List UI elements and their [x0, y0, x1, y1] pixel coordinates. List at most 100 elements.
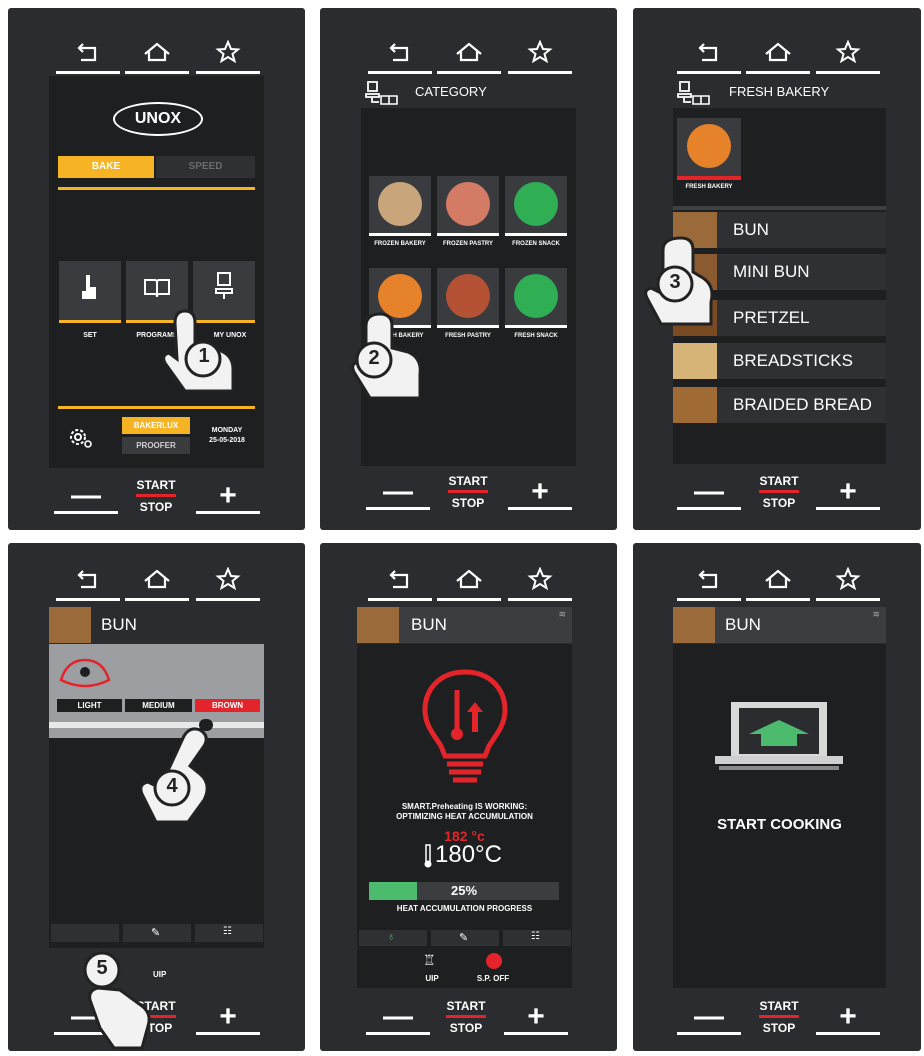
- fresh-bakery-title: FRESH BAKERY: [729, 84, 830, 99]
- tab-bake[interactable]: BAKE: [58, 156, 154, 178]
- recipe-title: BUN: [101, 615, 137, 634]
- bun-thumbnail: [673, 607, 715, 643]
- favorites-button[interactable]: [508, 36, 572, 74]
- favorites-button[interactable]: [508, 563, 572, 601]
- panel-preheating: BUN ≋ SMART.Preheating IS WORKING: OPTIM…: [320, 543, 617, 1051]
- hand-pointer-step-3: 3: [637, 232, 717, 332]
- bottom-controls: — START STOP +: [320, 474, 617, 520]
- home-icon: [456, 569, 482, 589]
- favorites-button[interactable]: [816, 36, 880, 74]
- sp-off-button[interactable]: S.P. OFF: [473, 952, 513, 986]
- minus-button[interactable]: —: [366, 474, 430, 520]
- tile-frozen-snack-label: FROZEN SNACK: [512, 241, 560, 247]
- home-screen: UNOX BAKE SPEED SET PROGRAMS MY UNOX BAK…: [49, 76, 264, 468]
- home-button[interactable]: [125, 36, 189, 74]
- star-icon: [835, 567, 861, 591]
- list-item-breadsticks[interactable]: BREADSTICKS: [673, 343, 886, 379]
- back-icon: [698, 570, 718, 589]
- option-brown[interactable]: BROWN: [195, 699, 260, 712]
- option-light[interactable]: LIGHT: [57, 699, 122, 712]
- tile-fresh-pastry[interactable]: [437, 268, 499, 328]
- phase-tab-2[interactable]: ✎: [431, 930, 499, 946]
- home-button[interactable]: [746, 563, 810, 601]
- minus-button[interactable]: —: [366, 999, 430, 1045]
- uip-button[interactable]: ♖ UIP: [417, 952, 447, 986]
- selected-category-label: FRESH BAKERY: [685, 184, 733, 190]
- star-icon: [215, 567, 241, 591]
- plus-button[interactable]: +: [816, 474, 880, 520]
- panel-home: UNOX BAKE SPEED SET PROGRAMS MY UNOX BAK…: [8, 8, 305, 530]
- preheat-screen: SMART.Preheating IS WORKING: OPTIMIZING …: [357, 644, 572, 988]
- uip-label: UIP: [425, 974, 439, 983]
- proofer-button[interactable]: PROOFER: [122, 437, 190, 454]
- back-button[interactable]: [677, 36, 741, 74]
- tile-frozen-bakery[interactable]: [369, 176, 431, 236]
- favorites-button[interactable]: [196, 36, 260, 74]
- start-stop-button[interactable]: START STOP: [438, 474, 498, 520]
- plus-button[interactable]: +: [196, 999, 260, 1045]
- plus-button[interactable]: +: [816, 999, 880, 1045]
- plus-button[interactable]: +: [196, 478, 260, 524]
- top-nav: [320, 563, 617, 603]
- set-tile[interactable]: [59, 261, 121, 323]
- chef-icon: [215, 272, 233, 299]
- hand-pointer-step-4: 4: [130, 722, 220, 832]
- home-button[interactable]: [437, 36, 501, 74]
- back-button[interactable]: [56, 563, 120, 601]
- preheating-bulb-icon: [422, 669, 508, 783]
- step-2-number: 2: [368, 347, 380, 369]
- chef-book-icon: [677, 81, 710, 105]
- unox-logo: UNOX: [113, 102, 203, 136]
- phase-tab-3[interactable]: ☷: [503, 930, 571, 946]
- plus-button[interactable]: +: [504, 999, 568, 1045]
- back-button[interactable]: [56, 36, 120, 74]
- day-label: MONDAY: [211, 427, 243, 434]
- tile-frozen-snack[interactable]: [505, 176, 567, 236]
- option-medium[interactable]: MEDIUM: [125, 699, 192, 712]
- back-button[interactable]: [368, 563, 432, 601]
- tab-speed[interactable]: SPEED: [156, 156, 255, 178]
- minus-button[interactable]: —: [677, 474, 741, 520]
- preheat-message-1: SMART.Preheating IS WORKING:: [401, 802, 528, 811]
- minus-button[interactable]: —: [54, 478, 118, 524]
- hand-pointer-step-2: 2: [340, 308, 430, 408]
- recipe-header: BUN: [49, 607, 264, 643]
- phase-tab-1[interactable]: ♁: [359, 930, 427, 946]
- home-button[interactable]: [437, 563, 501, 601]
- start-stop-button[interactable]: START STOP: [436, 999, 496, 1045]
- bakerlux-button[interactable]: BAKERLUX: [122, 417, 190, 434]
- start-stop-button[interactable]: START STOP: [749, 474, 809, 520]
- start-cooking-screen: START COOKING: [673, 644, 886, 988]
- favorites-button[interactable]: [196, 563, 260, 601]
- tile-fresh-snack-label: FRESH SNACK: [514, 333, 558, 339]
- back-button[interactable]: [677, 563, 741, 601]
- minus-button[interactable]: —: [677, 999, 741, 1045]
- home-icon: [144, 569, 170, 589]
- back-icon: [77, 43, 97, 62]
- step-4-number: 4: [166, 775, 178, 797]
- list-item-braided-bread[interactable]: BRAIDED BREAD: [673, 387, 886, 423]
- hand-cursor-icon: [83, 951, 151, 1050]
- tile-frozen-pastry[interactable]: [437, 176, 499, 236]
- book-icon: [144, 279, 170, 298]
- top-nav: [320, 36, 617, 76]
- plus-button[interactable]: +: [508, 474, 572, 520]
- category-header: CATEGORY: [361, 78, 576, 108]
- star-icon: [835, 40, 861, 64]
- start-stop-button[interactable]: START STOP: [126, 478, 186, 524]
- hand-cursor-icon: [351, 312, 422, 400]
- start-stop-button[interactable]: START STOP: [749, 999, 809, 1045]
- home-button[interactable]: [746, 36, 810, 74]
- thermometer-icon: [424, 844, 432, 868]
- home-icon: [456, 42, 482, 62]
- settings-icon[interactable]: [67, 426, 93, 450]
- settings-row: ♁ ✎ ☷: [357, 930, 572, 948]
- recipe-header: BUN ≋: [357, 607, 572, 643]
- back-button[interactable]: [368, 36, 432, 74]
- home-button[interactable]: [125, 563, 189, 601]
- favorites-button[interactable]: [816, 563, 880, 601]
- tile-fresh-snack[interactable]: [505, 268, 567, 328]
- steam-icon: ☷: [223, 926, 232, 937]
- tile-frozen-pastry-label: FROZEN PASTRY: [442, 241, 493, 247]
- phase-tab-3[interactable]: ☷: [195, 924, 263, 942]
